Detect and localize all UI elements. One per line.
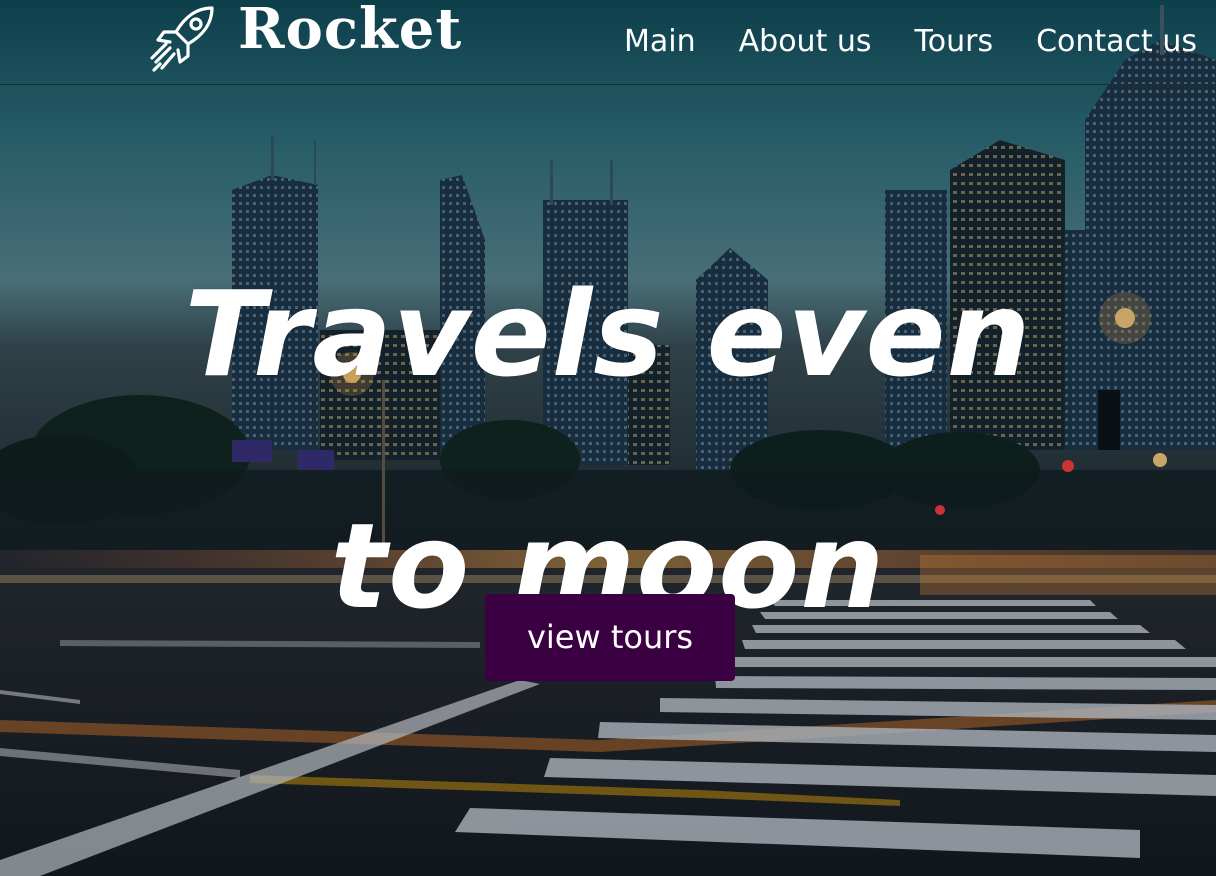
- main-nav: Main About us Tours Contact us: [581, 22, 1197, 62]
- rocket-icon: [146, 2, 220, 76]
- nav-item-tours[interactable]: Tours: [915, 22, 994, 62]
- site-header: Rocket Main About us Tours Contact us: [0, 0, 1216, 85]
- nav-item-main[interactable]: Main: [624, 22, 696, 62]
- view-tours-button[interactable]: view tours: [485, 594, 735, 681]
- nav-item-about-us[interactable]: About us: [739, 22, 872, 62]
- logo-link[interactable]: Rocket: [146, 0, 462, 80]
- nav-item-contact-us[interactable]: Contact us: [1036, 22, 1197, 62]
- logo-text: Rocket: [238, 0, 463, 62]
- landing-page: Rocket Main About us Tours Contact us Tr…: [0, 0, 1216, 876]
